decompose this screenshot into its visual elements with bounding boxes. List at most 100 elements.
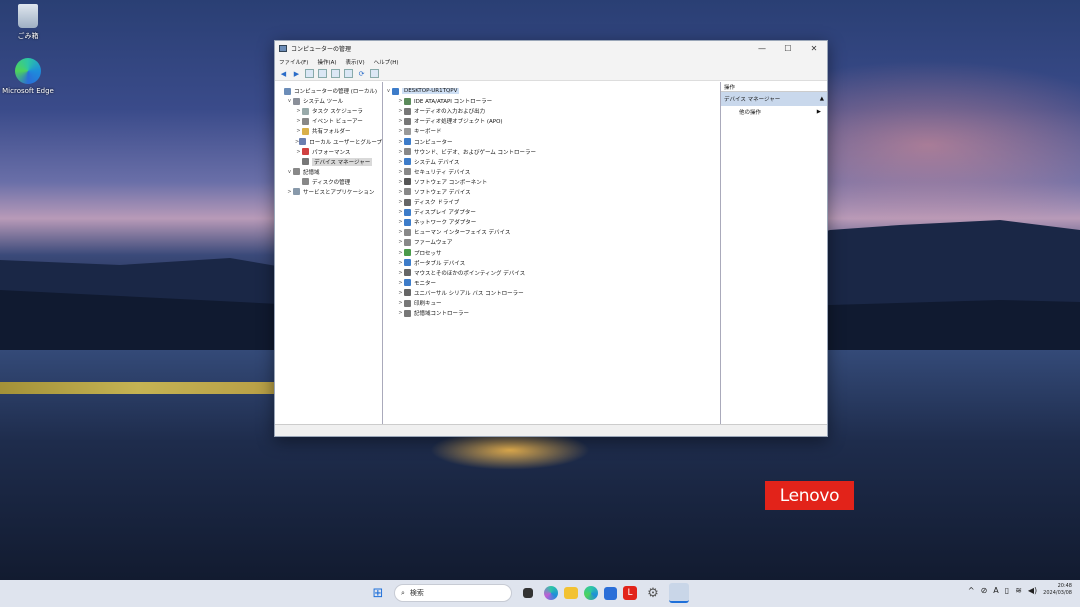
expand-arrow-icon[interactable]: >	[397, 260, 404, 266]
menu-help[interactable]: ヘルプ(H)	[374, 58, 399, 66]
tree-node[interactable]: > パフォーマンス	[275, 147, 382, 157]
device-category[interactable]: > 記憶域コントローラー	[383, 308, 720, 318]
back-arrow-icon[interactable]: ◀	[279, 69, 288, 78]
collapse-arrow-icon[interactable]: ▲	[820, 96, 824, 102]
expand-arrow-icon[interactable]: >	[295, 149, 302, 155]
device-category[interactable]: > ユニバーサル シリアル バス コントローラー	[383, 288, 720, 298]
tree-node[interactable]: > 共有フォルダー	[275, 126, 382, 136]
device-category[interactable]: > キーボード	[383, 126, 720, 136]
tree-node[interactable]: v システム ツール	[275, 96, 382, 106]
device-category[interactable]: > マウスとそのほかのポインティング デバイス	[383, 268, 720, 278]
tree-node[interactable]: > サービスとアプリケーション	[275, 187, 382, 197]
tree-node[interactable]: コンピューターの管理 (ローカル)	[275, 86, 382, 96]
device-category[interactable]: > IDE ATA/ATAPI コントローラー	[383, 96, 720, 106]
expand-arrow-icon[interactable]: >	[397, 239, 404, 245]
expand-arrow-icon[interactable]: >	[397, 310, 404, 316]
expand-arrow-icon[interactable]: >	[397, 128, 404, 134]
task-view-icon[interactable]	[523, 588, 533, 598]
expand-arrow-icon[interactable]: >	[397, 199, 404, 205]
chevron-up-icon[interactable]: ^	[968, 586, 975, 595]
lenovo-app-icon[interactable]: L	[623, 586, 637, 600]
minimize-button[interactable]: —	[749, 41, 775, 56]
tree-node[interactable]: ディスクの管理	[275, 177, 382, 187]
menu-action[interactable]: 操作(A)	[317, 58, 336, 66]
tree-node[interactable]: > イベント ビューアー	[275, 116, 382, 126]
device-category[interactable]: > モニター	[383, 278, 720, 288]
expand-arrow-icon[interactable]: >	[295, 128, 302, 134]
ime-icon[interactable]: A	[993, 586, 998, 595]
expand-arrow-icon[interactable]: >	[397, 159, 404, 165]
edge-taskbar-icon[interactable]	[584, 586, 598, 600]
device-category[interactable]: > ファームウェア	[383, 237, 720, 247]
expand-arrow-icon[interactable]: >	[397, 280, 404, 286]
expand-arrow-icon[interactable]: >	[397, 169, 404, 175]
tree-node[interactable]: デバイス マネージャー	[275, 157, 382, 167]
device-category[interactable]: > ソフトウェア デバイス	[383, 187, 720, 197]
expand-arrow-icon[interactable]: >	[397, 149, 404, 155]
copilot-icon[interactable]	[544, 586, 558, 600]
expand-arrow-icon[interactable]: >	[286, 189, 293, 195]
folder-up-icon[interactable]	[305, 69, 314, 78]
expand-arrow-icon[interactable]: >	[397, 209, 404, 215]
network-off-icon[interactable]: ⊘	[981, 586, 988, 595]
file-explorer-icon[interactable]	[564, 587, 578, 599]
expand-arrow-icon[interactable]: >	[397, 118, 404, 124]
operations-other-actions[interactable]: 他の操作 ▶	[721, 106, 827, 118]
refresh-icon[interactable]: ⟳	[357, 69, 366, 78]
show-hide-tree-icon[interactable]	[318, 69, 327, 78]
device-category[interactable]: > コンピューター	[383, 136, 720, 146]
expand-arrow-icon[interactable]: >	[295, 118, 302, 124]
settings-icon[interactable]: ⚙	[643, 583, 663, 603]
device-category[interactable]: > ネットワーク アダプター	[383, 217, 720, 227]
taskbar-search[interactable]: ⌕ 検索	[394, 584, 512, 602]
expand-arrow-icon[interactable]: >	[397, 98, 404, 104]
menu-file[interactable]: ファイル(F)	[279, 58, 308, 66]
expand-arrow-icon[interactable]: >	[295, 108, 302, 114]
device-category[interactable]: > セキュリティ デバイス	[383, 167, 720, 177]
volume-icon[interactable]: ◀)	[1028, 586, 1037, 595]
tree-node[interactable]: v 記憶域	[275, 167, 382, 177]
forward-arrow-icon[interactable]: ▶	[292, 69, 301, 78]
maximize-button[interactable]: ☐	[775, 41, 801, 56]
expand-arrow-icon[interactable]: >	[397, 139, 404, 145]
expand-arrow-icon[interactable]: >	[397, 250, 404, 256]
store-icon[interactable]	[604, 586, 617, 600]
expand-arrow-icon[interactable]: v	[286, 98, 293, 104]
close-button[interactable]: ✕	[801, 41, 827, 56]
help-icon[interactable]	[331, 69, 340, 78]
device-category[interactable]: > オーディオの入力および出力	[383, 106, 720, 116]
desktop-icon-recycle-bin[interactable]: ごみ箱	[0, 4, 58, 41]
menu-view[interactable]: 表示(V)	[346, 58, 365, 66]
device-root[interactable]: v DESKTOP-UR1TQPV	[383, 86, 720, 96]
device-category[interactable]: > プロセッサ	[383, 248, 720, 258]
expand-arrow-icon[interactable]: >	[397, 219, 404, 225]
title-bar[interactable]: コンピューターの管理 — ☐ ✕	[275, 41, 827, 56]
expand-arrow-icon[interactable]: >	[397, 300, 404, 306]
expand-arrow-icon[interactable]: >	[397, 270, 404, 276]
device-category[interactable]: > ディスク ドライブ	[383, 197, 720, 207]
device-category[interactable]: > 印刷キュー	[383, 298, 720, 308]
operations-section-device-manager[interactable]: デバイス マネージャー ▲	[721, 92, 827, 106]
device-category[interactable]: > オーディオ処理オブジェクト (APO)	[383, 116, 720, 126]
device-category[interactable]: > ヒューマン インターフェイス デバイス	[383, 227, 720, 237]
start-button[interactable]: ⊞	[368, 583, 388, 603]
device-category[interactable]: > サウンド、ビデオ、およびゲーム コントローラー	[383, 147, 720, 157]
clock[interactable]: 20:48 2024/03/08	[1043, 583, 1072, 597]
device-category[interactable]: > ソフトウェア コンポーネント	[383, 177, 720, 187]
computer-management-taskbar-icon[interactable]	[669, 583, 689, 603]
tree-node[interactable]: > ローカル ユーザーとグループ	[275, 136, 382, 146]
tree-node[interactable]: > タスク スケジューラ	[275, 106, 382, 116]
device-category[interactable]: > システム デバイス	[383, 157, 720, 167]
device-category[interactable]: > ポータブル デバイス	[383, 258, 720, 268]
expand-arrow-icon[interactable]: v	[286, 169, 293, 175]
properties-icon[interactable]	[344, 69, 353, 78]
expand-arrow-icon[interactable]: >	[397, 189, 404, 195]
expand-arrow-icon[interactable]: >	[397, 290, 404, 296]
expand-arrow-icon[interactable]: >	[397, 179, 404, 185]
expand-arrow-icon[interactable]: >	[397, 108, 404, 114]
battery-icon[interactable]: ▯	[1005, 586, 1009, 595]
desktop-icon-edge[interactable]: Microsoft Edge	[0, 58, 58, 95]
device-category[interactable]: > ディスプレイ アダプター	[383, 207, 720, 217]
expand-arrow-icon[interactable]: v	[385, 88, 392, 94]
wifi-icon[interactable]: ≋	[1015, 586, 1022, 595]
